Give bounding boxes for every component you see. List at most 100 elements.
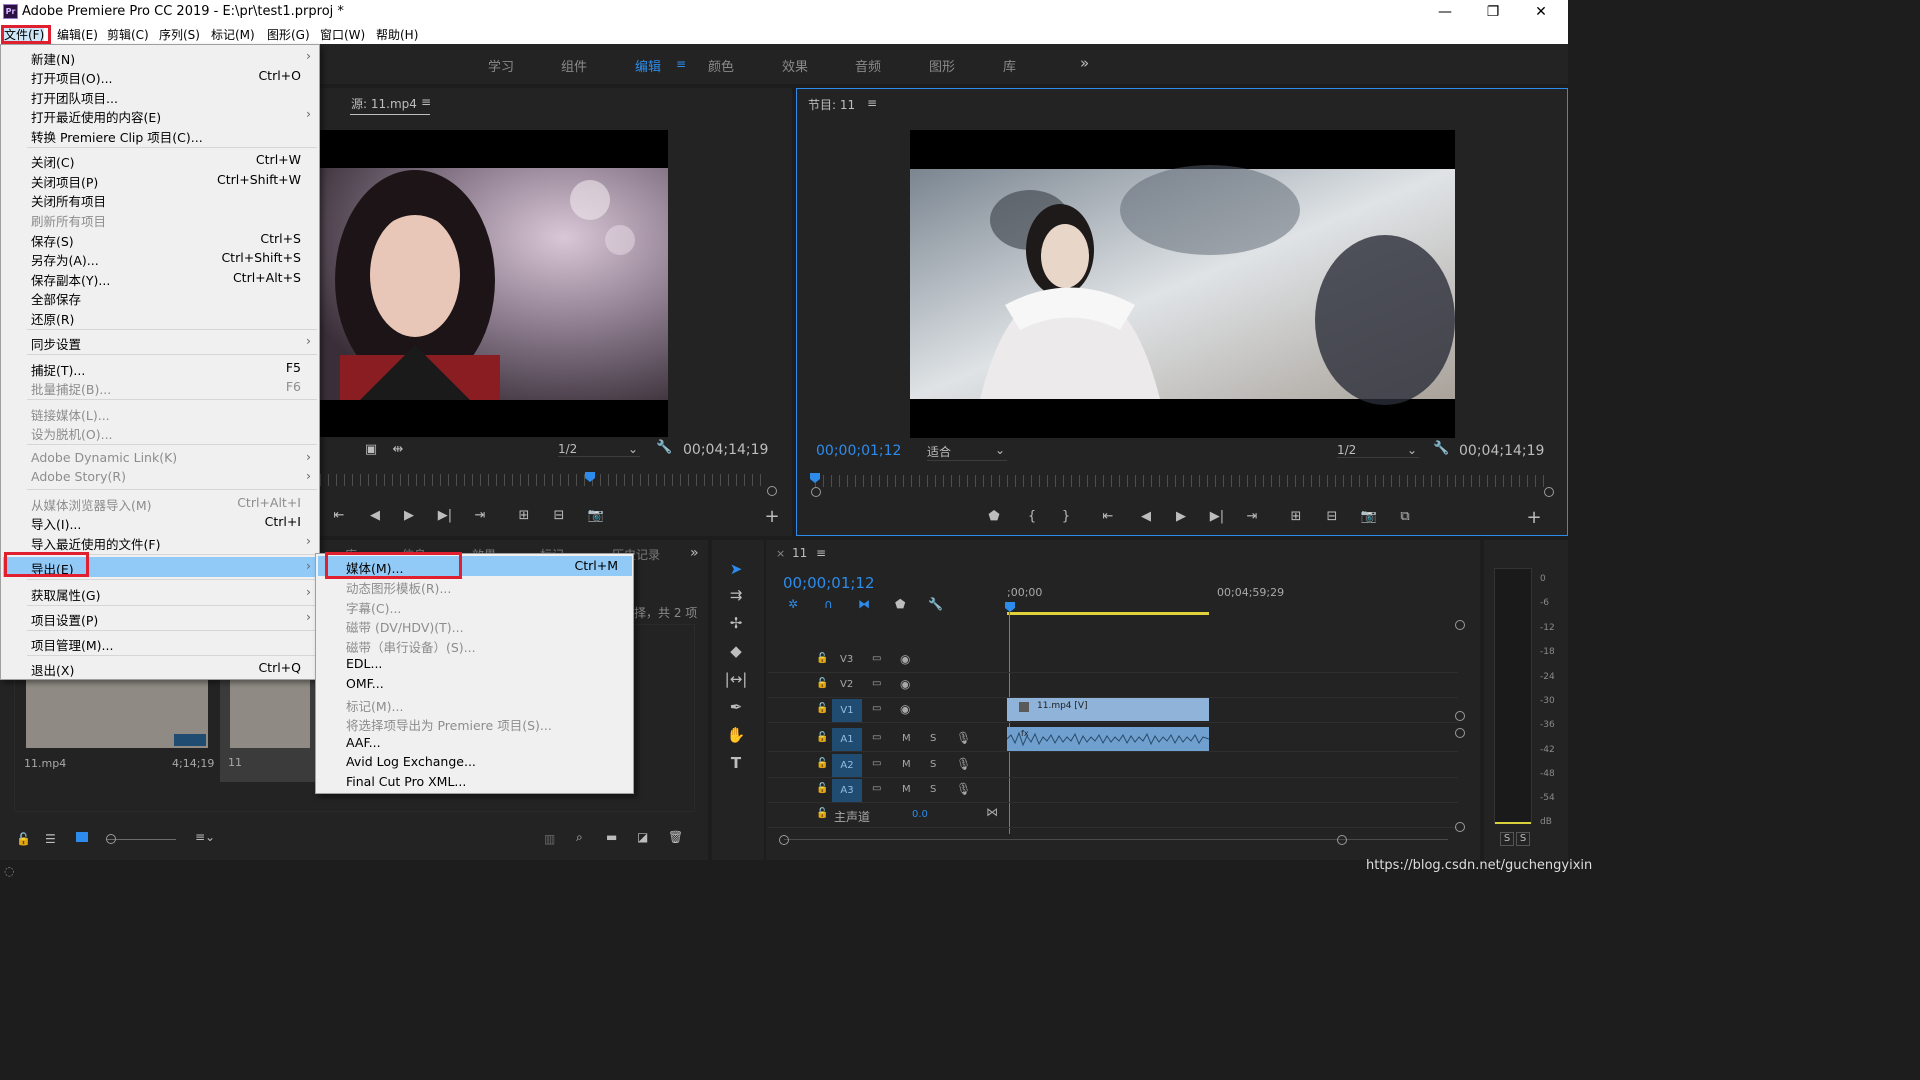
go-to-out-icon[interactable]: ⇥: [471, 508, 489, 523]
menu-item-close-all-projects[interactable]: 关闭所有项目: [3, 189, 317, 209]
lock-icon[interactable]: 🔓: [816, 808, 828, 819]
menu-item-save-all[interactable]: 全部保存: [3, 287, 317, 307]
sort-icon[interactable]: ≡⌄: [195, 830, 215, 844]
menu-sequence[interactable]: 序列(S): [159, 26, 200, 43]
insert-icon[interactable]: ⊞: [513, 508, 535, 523]
slip-tool-icon[interactable]: |↔|: [722, 670, 750, 694]
sync-lock-icon[interactable]: ▭: [872, 758, 881, 769]
scroll-handle[interactable]: [1455, 728, 1465, 738]
marker-icon[interactable]: ⬟: [985, 509, 1003, 524]
program-resolution-select[interactable]: 1/2 ⌄: [1337, 443, 1419, 458]
menu-item-capture[interactable]: 捕捉(T)... F5: [3, 358, 317, 378]
lock-icon[interactable]: 🔓: [816, 783, 828, 794]
comparison-view-icon[interactable]: ⧉: [1395, 509, 1415, 524]
menu-item-new[interactable]: 新建(N) ›: [3, 47, 317, 67]
go-to-out-icon[interactable]: ⇥: [1243, 509, 1261, 524]
settings-wrench-icon[interactable]: 🔧: [1433, 441, 1449, 456]
timeline-timecode[interactable]: 00;00;01;12: [783, 574, 875, 592]
source-resolution-select[interactable]: 1/2 ⌄: [558, 442, 640, 457]
solo-left-button[interactable]: S: [1500, 832, 1514, 846]
selection-tool-icon[interactable]: ➤: [722, 560, 750, 584]
submenu-item-final-cut-pro-xml[interactable]: Final Cut Pro XML...: [318, 772, 632, 792]
menu-item-save-copy[interactable]: 保存副本(Y)... Ctrl+Alt+S: [3, 268, 317, 288]
scroll-handle[interactable]: [1455, 620, 1465, 630]
track-target-v1[interactable]: V1: [832, 699, 862, 722]
lock-icon[interactable]: 🔓: [816, 703, 828, 714]
zoom-handle-left[interactable]: [811, 487, 821, 497]
step-forward-icon[interactable]: ▶|: [436, 508, 454, 523]
timeline-playhead[interactable]: [1005, 602, 1015, 612]
menu-item-revert[interactable]: 还原(R): [3, 307, 317, 327]
go-to-in-icon[interactable]: ⇤: [1099, 509, 1117, 524]
restore-button[interactable]: ❐: [1470, 0, 1516, 24]
lock-icon[interactable]: 🔓: [816, 678, 828, 689]
ripple-edit-tool-icon[interactable]: ✢: [722, 614, 750, 638]
menu-help[interactable]: 帮助(H): [376, 26, 418, 43]
sync-lock-icon[interactable]: ▭: [872, 678, 881, 689]
mute-button[interactable]: M: [902, 784, 911, 795]
snap-magnet-icon[interactable]: ∩: [824, 597, 833, 611]
menu-window[interactable]: 窗口(W): [320, 26, 365, 43]
add-marker-icon[interactable]: ⬟: [895, 597, 905, 611]
mark-in-icon[interactable]: {: [1023, 509, 1041, 524]
menu-item-open-team-project[interactable]: 打开团队项目...: [3, 86, 317, 106]
menu-edit[interactable]: 编辑(E): [57, 26, 98, 43]
add-button-icon[interactable]: +: [1525, 507, 1543, 528]
hand-tool-icon[interactable]: ✋: [722, 726, 750, 750]
panel-overflow-icon[interactable]: »: [690, 545, 699, 561]
new-bin-folder-icon[interactable]: ▬: [606, 830, 617, 844]
new-item-icon[interactable]: ◪: [637, 830, 648, 844]
workspace-tab-audio[interactable]: 音频: [855, 56, 881, 75]
trash-icon[interactable]: 🗑: [668, 830, 683, 844]
scroll-handle[interactable]: [1455, 822, 1465, 832]
timeline-settings-wrench-icon[interactable]: 🔧: [928, 597, 943, 611]
track-target-a2[interactable]: A2: [832, 754, 862, 777]
eye-icon[interactable]: ◉: [900, 677, 910, 691]
thumbnail-11mp4[interactable]: [26, 678, 208, 748]
lock-icon[interactable]: 🔓: [816, 653, 828, 664]
settings-wrench-icon[interactable]: 🔧: [656, 440, 672, 455]
zoom-slider-handle[interactable]: [106, 834, 116, 844]
workspace-tab-graphics[interactable]: 图形: [929, 56, 955, 75]
extract-icon[interactable]: ⊟: [1321, 509, 1343, 524]
workspace-tab-effects[interactable]: 效果: [782, 56, 808, 75]
zoom-handle-left[interactable]: [779, 835, 789, 845]
solo-button[interactable]: S: [930, 733, 936, 744]
sync-lock-icon[interactable]: ▭: [872, 703, 881, 714]
menu-item-close-project[interactable]: 关闭项目(P) Ctrl+Shift+W: [3, 170, 317, 190]
workspace-menu-icon[interactable]: ≡: [676, 57, 686, 71]
work-area-bar[interactable]: [1007, 612, 1209, 615]
solo-button[interactable]: S: [930, 759, 936, 770]
menu-item-project-settings[interactable]: 项目设置(P) ›: [3, 608, 317, 628]
close-tab-icon[interactable]: ×: [776, 547, 785, 560]
microphone-icon[interactable]: 🎙: [956, 757, 971, 771]
lock-icon[interactable]: 🔓: [816, 758, 828, 769]
microphone-icon[interactable]: 🎙: [956, 782, 971, 796]
add-button-icon[interactable]: +: [763, 506, 781, 527]
menu-item-sync-settings[interactable]: 同步设置 ›: [3, 332, 317, 352]
menu-item-open-recent[interactable]: 打开最近使用的内容(E) ›: [3, 105, 317, 125]
automate-icon[interactable]: ▥: [544, 832, 555, 846]
submenu-item-aaf[interactable]: AAF...: [318, 733, 632, 753]
submenu-item-edl[interactable]: EDL...: [318, 654, 632, 674]
workspace-tab-editing[interactable]: 编辑: [635, 56, 661, 75]
menu-item-save-as[interactable]: 另存为(A)... Ctrl+Shift+S: [3, 248, 317, 268]
menu-item-exit[interactable]: 退出(X) Ctrl+Q: [3, 658, 317, 678]
eye-icon[interactable]: ◉: [900, 652, 910, 666]
pen-tool-icon[interactable]: ✒: [722, 698, 750, 722]
step-back-icon[interactable]: ◀: [366, 508, 384, 523]
timeline-horizontal-scrollbar[interactable]: [784, 839, 1448, 840]
play-icon[interactable]: ▶: [1172, 509, 1190, 524]
menu-item-convert-clip-project[interactable]: 转换 Premiere Clip 项目(C)...: [3, 125, 317, 145]
track-select-tool-icon[interactable]: ⇉: [722, 586, 750, 610]
icon-view-icon[interactable]: [76, 832, 88, 842]
type-tool-icon[interactable]: T: [722, 754, 750, 778]
lock-icon[interactable]: 🔓: [16, 832, 31, 846]
close-button[interactable]: ✕: [1518, 0, 1564, 24]
nest-icon[interactable]: ✲: [788, 597, 798, 611]
list-view-icon[interactable]: ☰: [45, 832, 56, 846]
scroll-handle[interactable]: [1455, 711, 1465, 721]
menu-item-import-recent[interactable]: 导入最近使用的文件(F) ›: [3, 532, 317, 552]
menu-item-open-project[interactable]: 打开项目(O)... Ctrl+O: [3, 66, 317, 86]
lift-icon[interactable]: ⊞: [1285, 509, 1307, 524]
